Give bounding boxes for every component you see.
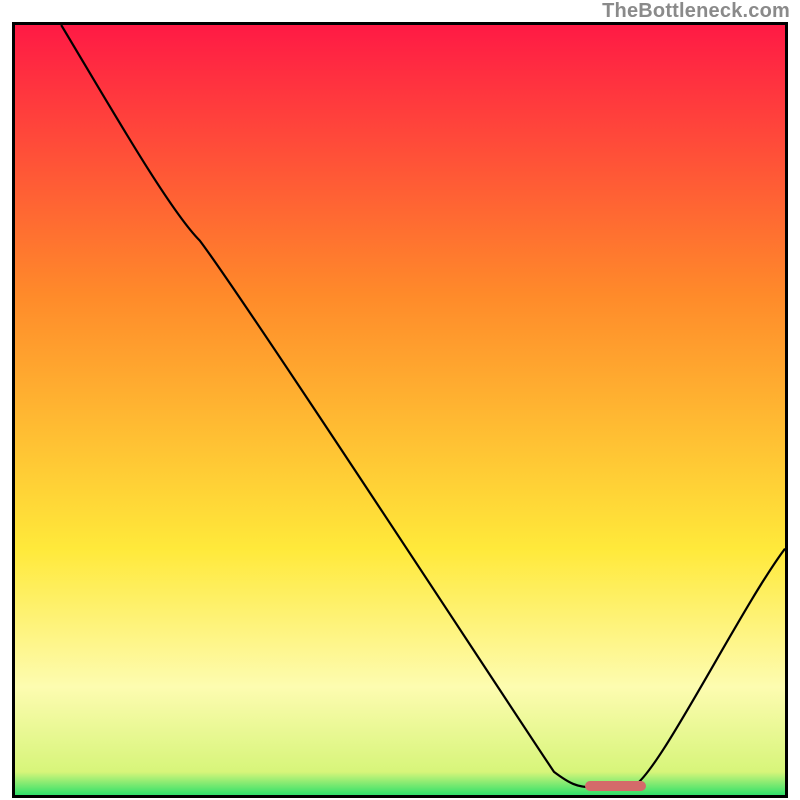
- optimal-range-marker: [585, 781, 647, 791]
- chart-frame: [12, 22, 788, 798]
- bottleneck-curve: [15, 25, 785, 795]
- watermark-text: TheBottleneck.com: [602, 0, 790, 23]
